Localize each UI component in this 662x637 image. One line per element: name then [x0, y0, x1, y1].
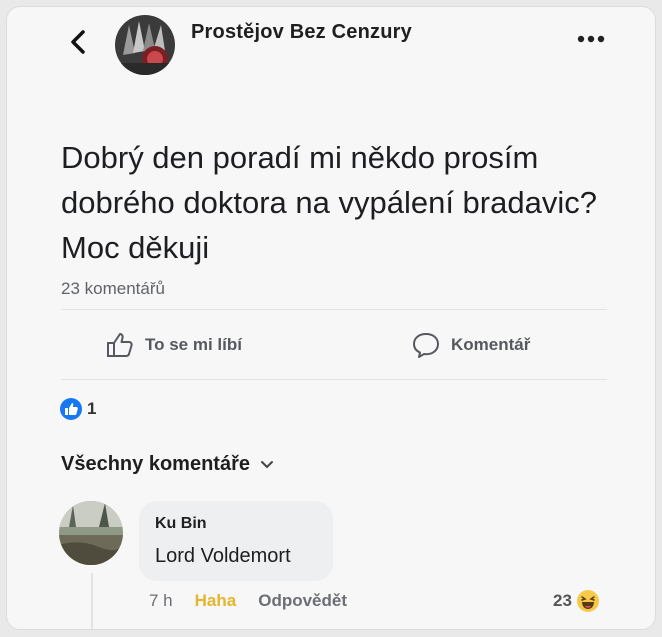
reaction-summary[interactable]: 1	[59, 397, 96, 421]
all-comments-label: Všechny komentáře	[61, 453, 250, 475]
post-screen: Prostějov Bez Cenzury Dobrý den poradí m…	[6, 6, 656, 630]
like-button-label: To se mi líbí	[145, 335, 242, 354]
comment-button-label: Komentář	[451, 335, 531, 354]
haha-emoji-icon	[576, 590, 599, 612]
all-comments-filter[interactable]: Všechny komentáře	[61, 453, 274, 476]
comment-reaction-summary[interactable]: 23	[553, 589, 600, 613]
page-name[interactable]: Prostějov Bez Cenzury	[191, 21, 412, 44]
reaction-count: 1	[87, 399, 97, 418]
comment-text: Lord Voldemort	[155, 545, 291, 567]
like-button[interactable]: To se mi líbí	[105, 325, 242, 365]
thread-line	[91, 573, 93, 629]
divider	[61, 309, 607, 310]
more-options-button[interactable]	[571, 29, 611, 49]
like-reaction-icon	[60, 398, 82, 420]
comment-author[interactable]: Ku Bin	[155, 515, 317, 533]
chevron-down-icon	[260, 460, 273, 468]
comment-bubble-icon	[413, 333, 439, 358]
chevron-left-icon	[71, 30, 85, 54]
back-button[interactable]	[65, 25, 91, 59]
thumbs-up-icon	[107, 333, 133, 357]
comment-reaction-button[interactable]: Haha	[195, 591, 237, 611]
top-bar: Prostějov Bez Cenzury	[7, 7, 655, 87]
post-text: Dobrý den poradí mi někdo prosím dobrého…	[61, 140, 597, 265]
comment-bubble: Ku Bin Lord Voldemort	[139, 501, 333, 581]
more-dots-icon	[577, 35, 605, 43]
comment-button[interactable]: Komentář	[411, 325, 530, 365]
commenter-avatar[interactable]	[59, 501, 123, 565]
divider	[61, 379, 607, 380]
page-avatar[interactable]	[115, 15, 175, 75]
comment-reaction-count: 23	[553, 591, 572, 610]
comment-time: 7 h	[149, 591, 173, 610]
reply-button[interactable]: Odpovědět	[258, 591, 347, 611]
comment-meta: 7 h Haha Odpovědět	[149, 591, 347, 611]
comment-count[interactable]: 23 komentářů	[61, 279, 165, 299]
